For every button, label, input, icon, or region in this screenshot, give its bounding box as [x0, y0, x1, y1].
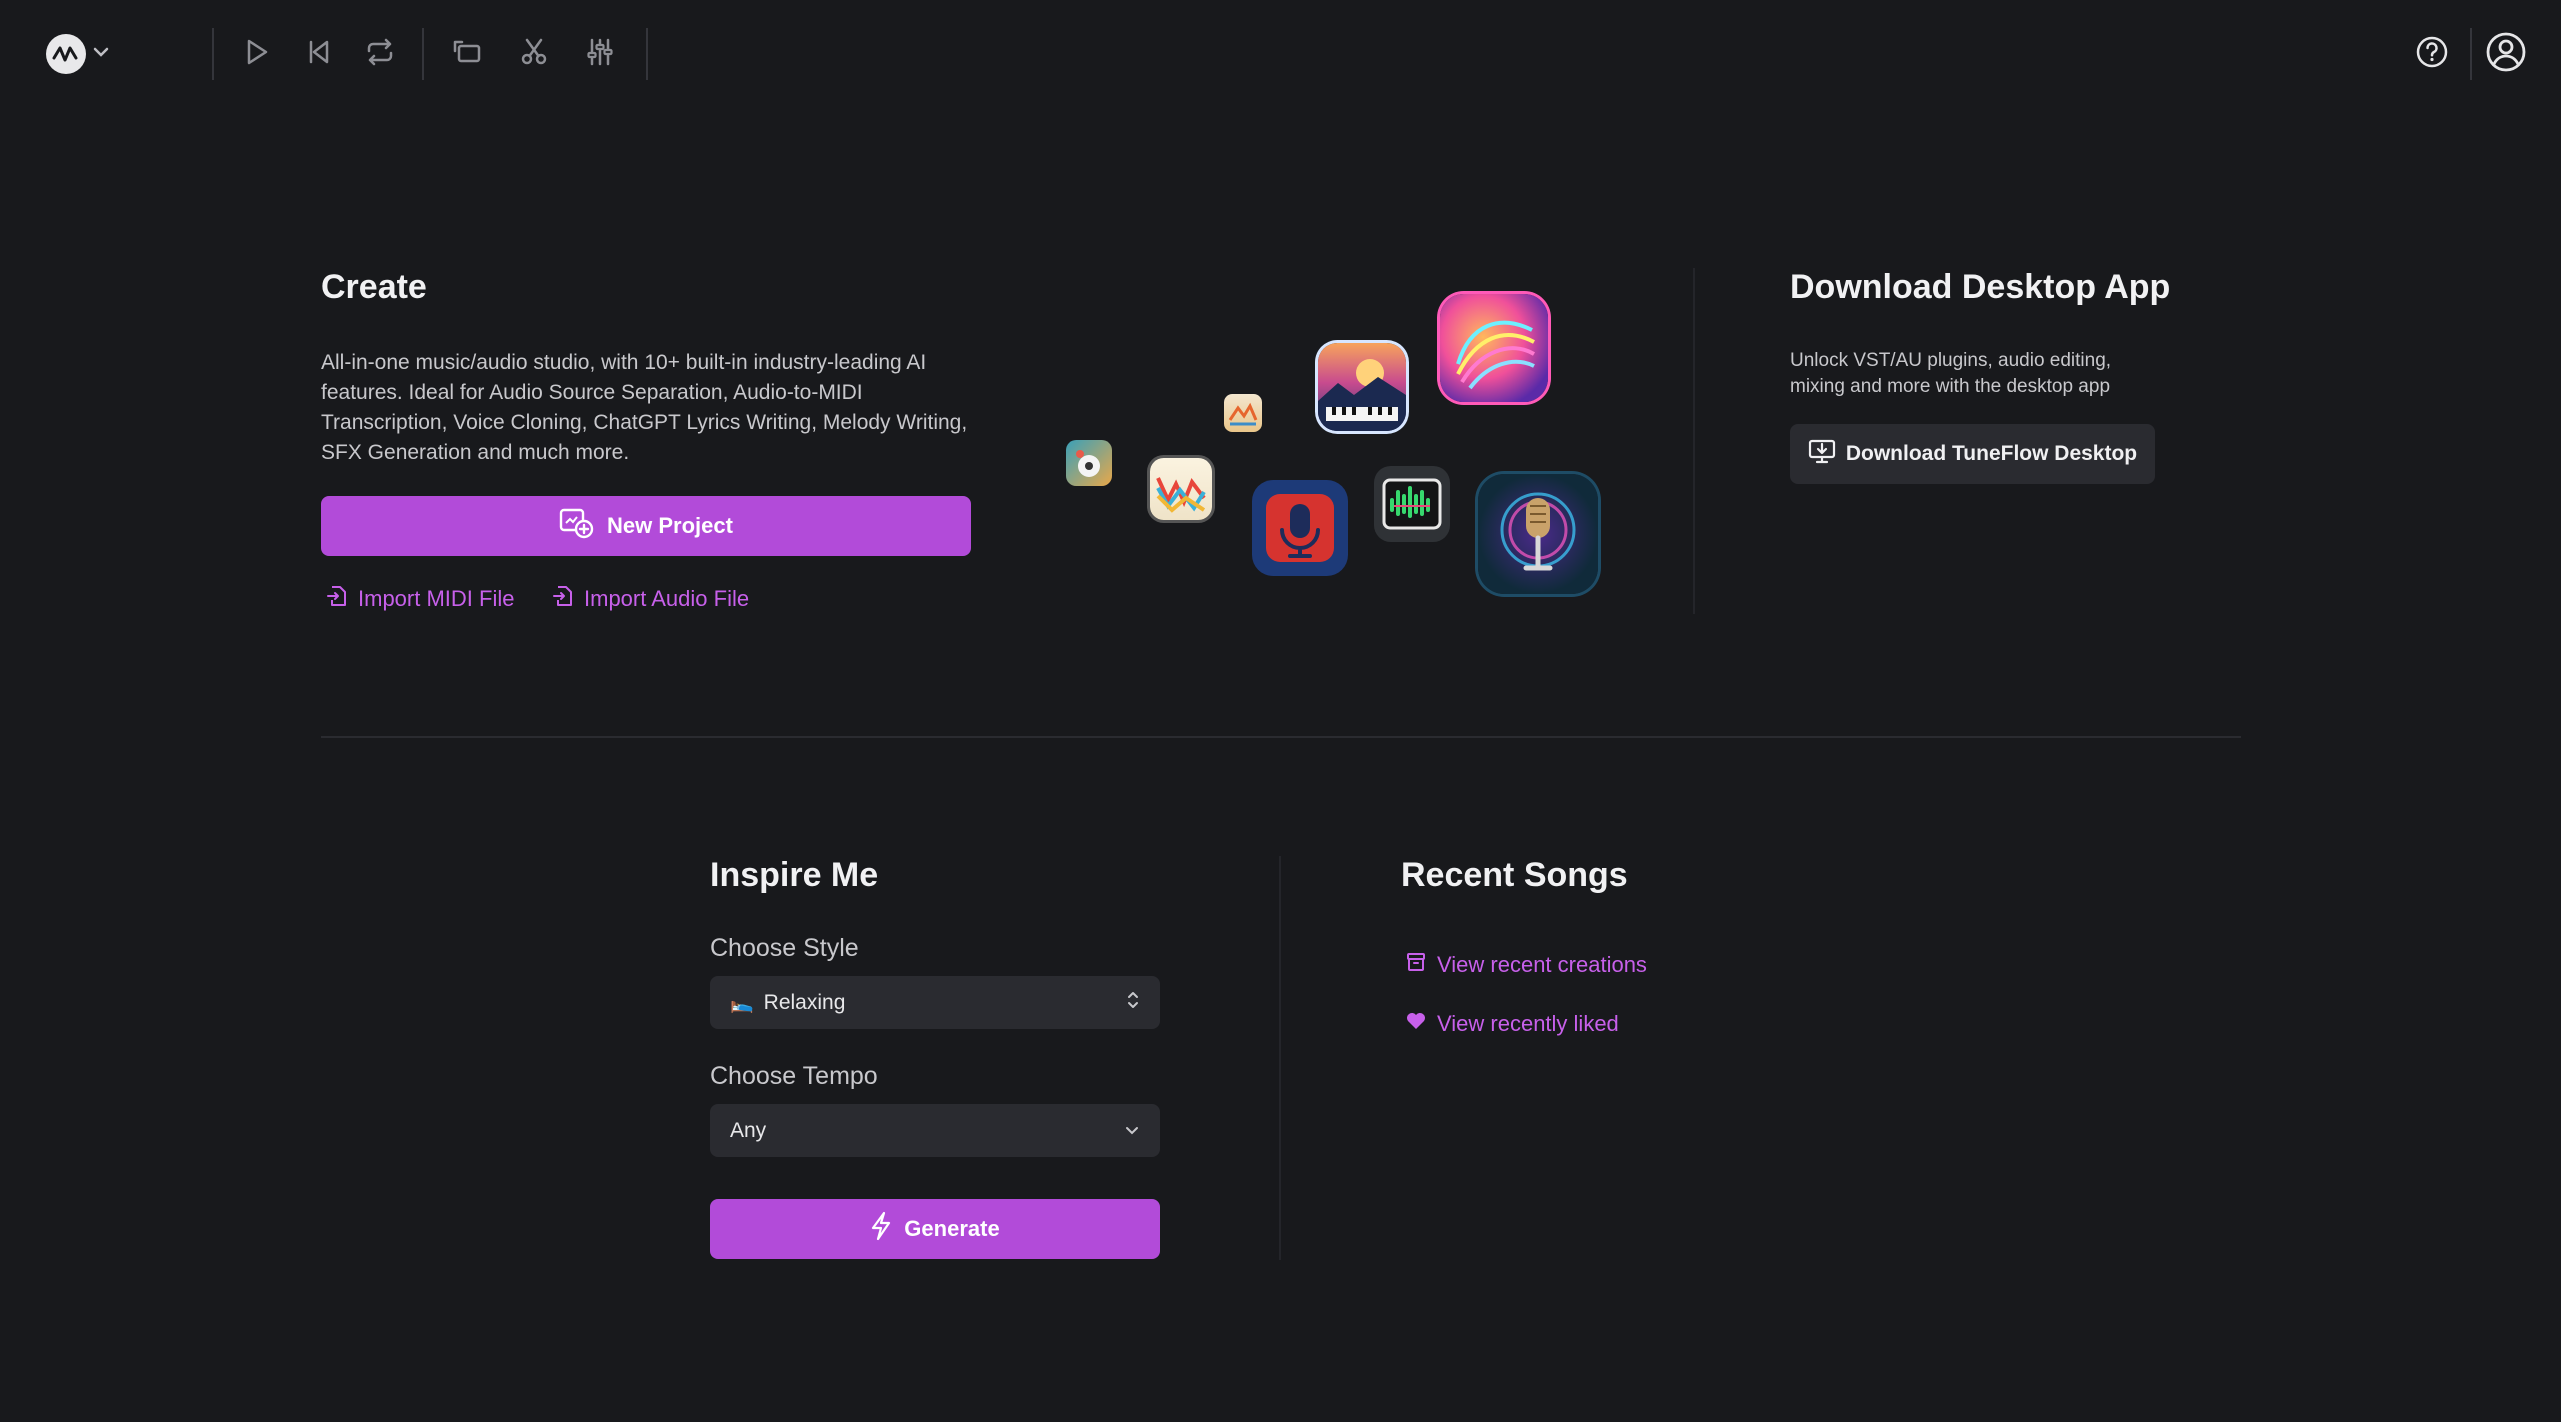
download-desktop-button[interactable]: Download TuneFlow Desktop — [1790, 424, 2155, 484]
app-menu-button[interactable] — [36, 28, 120, 80]
mixer-button[interactable] — [574, 28, 626, 80]
chevron-down-icon — [1124, 1119, 1140, 1143]
heart-icon — [1405, 1011, 1427, 1037]
file-import-icon — [552, 584, 574, 614]
import-midi-link[interactable]: Import MIDI File — [326, 584, 514, 614]
feature-app-icon — [1318, 343, 1406, 431]
import-audio-link[interactable]: Import Audio File — [552, 584, 749, 614]
feature-app-icon — [1066, 440, 1112, 486]
view-recently-liked-label: View recently liked — [1437, 1011, 1619, 1036]
play-icon — [241, 37, 271, 72]
play-button[interactable] — [230, 28, 282, 80]
new-project-label: New Project — [607, 513, 733, 538]
mixer-icon — [585, 37, 615, 72]
toolbar-divider — [646, 28, 648, 80]
file-import-icon — [326, 584, 348, 614]
style-emoji: 🛌 — [730, 992, 754, 1014]
choose-style-label: Choose Style — [710, 934, 859, 962]
scissors-icon — [519, 37, 549, 72]
create-description: All-in-one music/audio studio, with 10+ … — [321, 351, 968, 464]
skip-back-icon — [303, 37, 333, 72]
view-recently-liked-link[interactable]: View recently liked — [1405, 1011, 1619, 1037]
account-button[interactable] — [2480, 28, 2532, 80]
generate-button[interactable]: Generate — [710, 1199, 1160, 1259]
import-audio-label: Import Audio File — [584, 586, 750, 611]
create-title: Create — [321, 268, 427, 306]
cut-button[interactable] — [508, 28, 560, 80]
help-icon — [2415, 35, 2449, 74]
clip-icon — [452, 37, 484, 72]
chevron-down-icon — [92, 45, 110, 63]
toolbar-divider — [422, 28, 424, 80]
feature-app-icon — [1440, 294, 1548, 402]
archive-icon — [1405, 951, 1427, 979]
feature-app-icon — [1150, 458, 1212, 520]
import-midi-label: Import MIDI File — [358, 586, 515, 611]
feature-app-icon — [1374, 466, 1450, 542]
chevron-up-down-icon — [1126, 989, 1140, 1017]
new-project-button[interactable]: New Project — [321, 496, 971, 556]
monitor-download-icon — [1808, 438, 1836, 470]
logo-icon — [46, 34, 86, 74]
toolbar-divider — [212, 28, 214, 80]
loop-icon — [364, 37, 396, 72]
section-divider — [321, 736, 2241, 738]
tempo-value: Any — [730, 1118, 767, 1142]
lightning-icon — [870, 1211, 892, 1247]
toolbar-divider — [2470, 28, 2472, 80]
clip-button[interactable] — [442, 28, 494, 80]
view-recent-creations-link[interactable]: View recent creations — [1405, 951, 1647, 979]
tempo-select[interactable]: Any — [710, 1104, 1160, 1157]
recent-songs-title: Recent Songs — [1401, 856, 1628, 894]
choose-tempo-label: Choose Tempo — [710, 1062, 878, 1090]
account-icon — [2485, 31, 2527, 78]
download-title: Download Desktop App — [1790, 268, 2171, 306]
inspire-title: Inspire Me — [710, 856, 879, 894]
generate-label: Generate — [904, 1216, 1000, 1241]
skip-back-button[interactable] — [292, 28, 344, 80]
loop-button[interactable] — [354, 28, 406, 80]
download-description: Unlock VST/AU plugins, audio editing, mi… — [1790, 350, 2112, 397]
feature-app-icon — [1224, 394, 1262, 432]
feature-app-icon — [1252, 480, 1348, 576]
style-value: Relaxing — [763, 990, 846, 1014]
view-recent-creations-label: View recent creations — [1437, 952, 1647, 977]
section-divider — [1693, 268, 1695, 614]
style-select[interactable]: 🛌 Relaxing — [710, 976, 1160, 1029]
download-desktop-label: Download TuneFlow Desktop — [1845, 442, 2138, 465]
new-project-icon — [559, 507, 595, 545]
feature-app-icon — [1478, 474, 1598, 594]
help-button[interactable] — [2406, 28, 2458, 80]
section-divider — [1279, 856, 1281, 1260]
top-toolbar — [0, 0, 2561, 108]
